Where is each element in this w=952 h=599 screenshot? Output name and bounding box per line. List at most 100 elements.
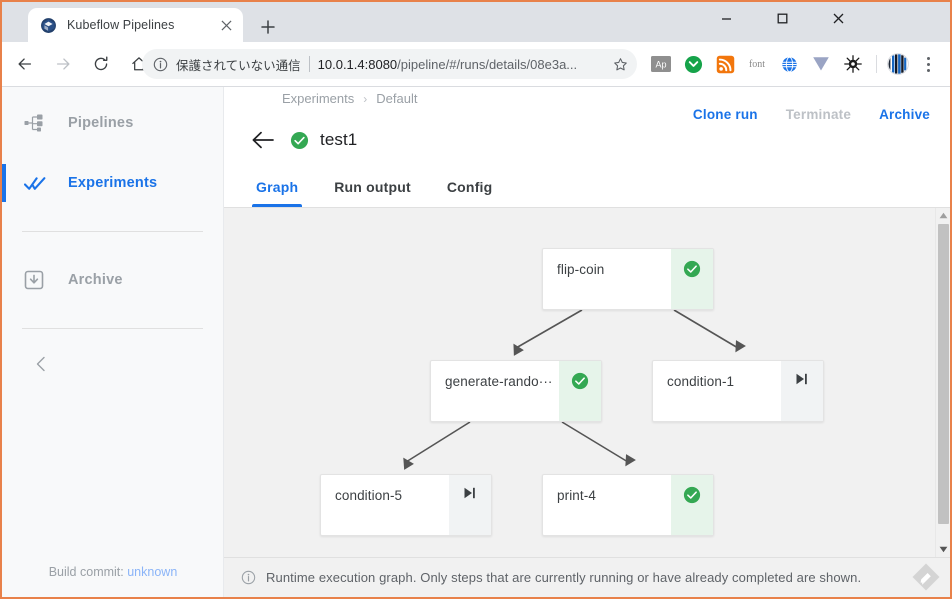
skip-next-icon: [463, 486, 477, 505]
breadcrumb: Experiments › Default: [282, 91, 417, 106]
info-circle-icon: [240, 569, 257, 586]
url-path: /pipeline/#/runs/details/08e3a...: [397, 56, 578, 72]
browser-tab-title: Kubeflow Pipelines: [67, 18, 175, 32]
success-check-icon: [683, 260, 701, 283]
url-host: 10.0.1.4:8080: [317, 56, 398, 72]
graph-node-status: [559, 361, 601, 421]
back-arrow-icon[interactable]: [248, 125, 278, 155]
sidebar-item-label: Experiments: [68, 175, 158, 191]
window-minimize-button[interactable]: [703, 2, 749, 34]
address-bar-url: 10.0.1.4:8080/pipeline/#/runs/details/08…: [318, 57, 609, 72]
omnibox-divider: [308, 56, 310, 72]
breadcrumb-separator: ›: [363, 91, 368, 106]
sidebar-item-experiments[interactable]: Experiments: [2, 157, 223, 209]
kubeflow-logo-icon: [40, 17, 57, 34]
graph-scrollbar[interactable]: [935, 208, 950, 597]
tab-label: Run output: [334, 179, 411, 195]
graph-node[interactable]: generate-rando···: [430, 360, 602, 422]
archive-button[interactable]: Archive: [879, 107, 930, 122]
security-status-label: 保護されていない通信: [176, 58, 301, 73]
sidebar-divider: [22, 328, 203, 329]
page-title: test1: [320, 130, 358, 149]
graph-node-label: generate-rando···: [445, 374, 553, 389]
kebab-menu-icon[interactable]: [915, 49, 941, 79]
sidebar-item-pipelines[interactable]: Pipelines: [2, 97, 223, 149]
build-commit-label: Build commit:: [48, 565, 124, 579]
breadcrumb-item-experiments[interactable]: Experiments: [282, 91, 354, 106]
run-status-icon: [290, 131, 309, 150]
back-arrow-icon[interactable]: [10, 49, 40, 79]
tab-config[interactable]: Config: [447, 167, 493, 207]
build-commit-info: Build commit: unknown: [2, 565, 224, 579]
clone-run-button[interactable]: Clone run: [693, 107, 758, 122]
extensions-divider: [876, 55, 877, 73]
new-tab-button[interactable]: [255, 14, 281, 40]
graph-footer-text: Runtime execution graph. Only steps that…: [266, 570, 862, 585]
graph-node[interactable]: print-4: [542, 474, 714, 536]
star-icon[interactable]: [609, 53, 631, 75]
archive-box-icon: [24, 270, 52, 290]
forward-arrow-icon: [48, 49, 78, 79]
graph-node-label: condition-5: [335, 488, 403, 503]
graph-node-status: [449, 475, 491, 535]
tab-label: Graph: [256, 179, 299, 195]
tab-graph[interactable]: Graph: [251, 167, 303, 207]
success-check-icon: [683, 486, 701, 509]
ap-extension-icon[interactable]: Ap: [646, 49, 676, 79]
sidebar-divider: [22, 231, 203, 232]
feedly-badge-icon[interactable]: [910, 561, 942, 593]
sidebar-item-label: Pipelines: [68, 115, 134, 131]
run-header: Experiments › Default Clone run Terminat…: [224, 87, 950, 168]
sidebar-item-label: Archive: [68, 272, 123, 288]
rss-extension-icon[interactable]: [710, 49, 740, 79]
tab-close-icon[interactable]: [217, 16, 235, 34]
browser-title-bar: Kubeflow Pipelines: [2, 2, 950, 42]
graph-node[interactable]: condition-1: [652, 360, 824, 422]
graph-node-label: print-4: [557, 488, 596, 503]
chevron-left-icon[interactable]: [28, 351, 54, 377]
scroll-down-arrow-icon[interactable]: [936, 542, 950, 557]
tab-label: Config: [446, 179, 493, 195]
browser-toolbar: 保護されていない通信 10.0.1.4:8080/pipeline/#/runs…: [2, 42, 950, 87]
svg-text:Ap: Ap: [655, 60, 666, 70]
graph-node-label: flip-coin: [557, 262, 605, 277]
globe-extension-icon[interactable]: [774, 49, 804, 79]
page-content: Pipelines Experiments Archive Build comm…: [2, 87, 950, 597]
graph-node[interactable]: flip-coin: [542, 248, 714, 310]
run-tabs: Graph Run output Config: [224, 168, 950, 208]
window-maximize-button[interactable]: [759, 2, 805, 34]
scroll-up-arrow-icon[interactable]: [936, 208, 950, 223]
graph-footer-note: Runtime execution graph. Only steps that…: [224, 557, 950, 597]
reload-icon[interactable]: [86, 49, 116, 79]
main-content: Experiments › Default Clone run Terminat…: [224, 87, 950, 597]
graph-canvas[interactable]: flip-coin generate-rando··· condition-1 …: [224, 208, 950, 597]
breadcrumb-item-default[interactable]: Default: [376, 91, 417, 106]
run-title-row: test1: [248, 125, 357, 155]
info-circle-icon[interactable]: [152, 56, 169, 73]
sidebar-item-archive[interactable]: Archive: [2, 254, 223, 306]
font-extension-icon[interactable]: font: [742, 49, 772, 79]
graph-node-status: [671, 249, 713, 309]
pocket-extension-icon[interactable]: [678, 49, 708, 79]
build-commit-value[interactable]: unknown: [127, 565, 177, 579]
window-close-button[interactable]: [815, 2, 861, 34]
spider-extension-icon[interactable]: [838, 49, 868, 79]
run-action-buttons: Clone run Terminate Archive: [693, 107, 930, 122]
graph-node[interactable]: condition-5: [320, 474, 492, 536]
scrollbar-thumb[interactable]: [938, 224, 949, 524]
app-sidebar: Pipelines Experiments Archive Build comm…: [2, 87, 224, 597]
graph-node-status: [781, 361, 823, 421]
graph-node-label: condition-1: [667, 374, 735, 389]
browser-tab[interactable]: Kubeflow Pipelines: [28, 8, 243, 42]
tab-run-output[interactable]: Run output: [334, 167, 411, 207]
graph-node-status: [671, 475, 713, 535]
extensions-bar: Ap font: [646, 49, 941, 79]
pipelines-icon: [24, 113, 52, 133]
profile-avatar-icon[interactable]: [883, 49, 913, 79]
v-extension-icon[interactable]: [806, 49, 836, 79]
terminate-button: Terminate: [785, 107, 852, 122]
address-bar[interactable]: 保護されていない通信 10.0.1.4:8080/pipeline/#/runs…: [142, 49, 637, 79]
skip-next-icon: [795, 372, 809, 391]
browser-window: Kubeflow Pipelines 保護されていない通信 10.0.1.4:8…: [0, 0, 952, 599]
success-check-icon: [571, 372, 589, 395]
